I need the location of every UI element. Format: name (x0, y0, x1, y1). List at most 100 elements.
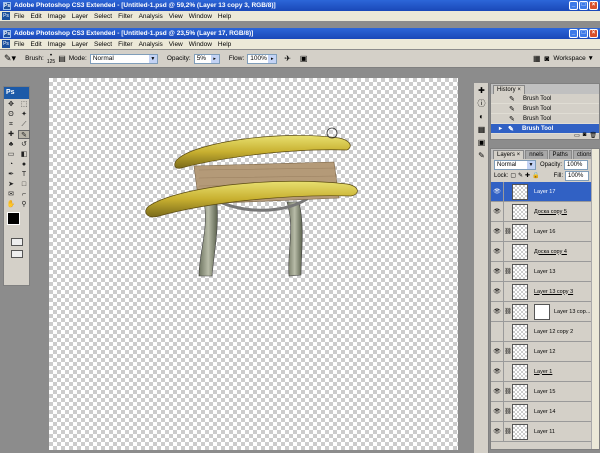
menu-file[interactable]: File (14, 13, 24, 20)
eye-icon[interactable]: 👁 (491, 421, 504, 442)
menu-image[interactable]: Image (48, 13, 66, 20)
layer-opacity-input[interactable]: 100% (564, 159, 589, 170)
eye-icon[interactable]: 👁 (491, 181, 504, 202)
eye-icon[interactable]: 👁 (491, 201, 504, 222)
shape-tool-icon[interactable]: □ (18, 180, 30, 189)
layer-row[interactable]: 👁 ⛓ Layer 11 (491, 421, 599, 442)
doc-close-button[interactable]: × (589, 29, 598, 38)
document-canvas[interactable] (49, 78, 458, 450)
screen-mode-button[interactable] (4, 248, 29, 260)
fill-input[interactable]: 100% (565, 170, 589, 181)
workspace-button[interactable]: Workspace ▼ (553, 55, 594, 62)
menu-window[interactable]: Window (189, 13, 212, 20)
info-panel-icon[interactable]: ⓘ (476, 99, 487, 109)
doc-menu-window[interactable]: Window (189, 41, 212, 48)
brush-palette-icon[interactable]: ▤ (58, 54, 66, 63)
new-document-icon[interactable]: ▭ (574, 132, 580, 139)
hand-tool-icon[interactable]: ✋ (5, 200, 17, 209)
clone-stamp-tool-icon[interactable]: ♣ (5, 140, 17, 149)
doc-maximize-button[interactable]: □ (579, 29, 588, 38)
eye-icon[interactable]: 👁 (491, 381, 504, 402)
brush-picker[interactable]: • 125 (47, 52, 55, 65)
eye-icon[interactable]: 👁 (491, 341, 504, 362)
history-brush-tool-icon[interactable]: ↺ (18, 140, 30, 149)
magic-wand-tool-icon[interactable]: ✦ (18, 110, 30, 119)
blur-tool-icon[interactable]: ◔ (5, 160, 17, 169)
minimize-button[interactable]: _ (569, 1, 578, 10)
eye-icon-hidden[interactable] (491, 321, 504, 342)
doc-menu-image[interactable]: Image (48, 41, 66, 48)
foreground-color-swatch[interactable] (7, 212, 20, 225)
airbrush-icon[interactable]: ✈ (284, 54, 291, 63)
layer-row[interactable]: 👁 Layer 17 (491, 181, 599, 202)
menu-view[interactable]: View (169, 13, 183, 20)
layer-row[interactable]: 👁 ⛓ Layer 13 cop... (491, 301, 599, 322)
layer-row[interactable]: 👁 ⛓ Layer 13 (491, 261, 599, 282)
eye-icon[interactable]: 👁 (491, 241, 504, 262)
lasso-tool-icon[interactable]: ʘ (5, 110, 17, 119)
layer-row[interactable]: 👁 Доска copy 4 (491, 241, 599, 262)
navigator-panel-icon[interactable]: ✚ (476, 86, 487, 96)
path-selection-tool-icon[interactable]: ➤ (5, 180, 17, 189)
menu-filter[interactable]: Filter (118, 13, 132, 20)
menu-layer[interactable]: Layer (72, 13, 88, 20)
doc-minimize-button[interactable]: _ (569, 29, 578, 38)
lock-all-icon[interactable]: 🔒 (532, 172, 539, 179)
eraser-tool-icon[interactable]: ▭ (5, 150, 17, 159)
eye-icon[interactable]: 👁 (491, 221, 504, 242)
swatches-panel-icon[interactable]: ▦ (476, 125, 487, 135)
brushes-panel-icon[interactable]: ✎ (476, 151, 487, 161)
crop-tool-icon[interactable]: ⌗ (5, 120, 17, 129)
layer-row[interactable]: 👁 Доска copy 5 (491, 201, 599, 222)
flow-input[interactable]: 100% ▸ (247, 53, 278, 64)
brush-tool-preset-icon[interactable]: ✎▾ (4, 53, 16, 64)
blend-mode-select[interactable]: Normal ▼ (494, 159, 536, 170)
doc-menu-layer[interactable]: Layer (72, 41, 88, 48)
doc-menu-help[interactable]: Help (218, 41, 231, 48)
layers-scrollbar[interactable] (591, 149, 599, 449)
layer-row[interactable]: 👁 Layer 13 copy 3 (491, 281, 599, 302)
doc-menu-view[interactable]: View (169, 41, 183, 48)
eye-icon[interactable]: 👁 (491, 401, 504, 422)
lock-transparent-icon[interactable]: ▢ (510, 172, 516, 179)
doc-menu-filter[interactable]: Filter (118, 41, 132, 48)
palette-well-icon[interactable]: ▦ (533, 54, 541, 63)
pen-tool-icon[interactable]: ✒ (5, 170, 17, 179)
lock-image-icon[interactable]: ✎ (518, 172, 523, 179)
layer-row[interactable]: 👁 ⛓ Layer 15 (491, 381, 599, 402)
doc-menu-file[interactable]: File (14, 41, 24, 48)
opacity-input[interactable]: 5% ▸ (193, 53, 220, 64)
move-tool-icon[interactable]: ✥ (5, 100, 17, 109)
eye-icon[interactable]: 👁 (491, 301, 504, 322)
history-state[interactable]: ✎ Brush Tool (491, 94, 599, 104)
quick-mask-button[interactable] (4, 236, 29, 248)
layer-row[interactable]: Layer 12 copy 2 (491, 321, 599, 342)
workspace-camera-icon[interactable]: ◙ (545, 54, 550, 63)
eyedropper-tool-icon[interactable]: ⌐ (18, 190, 30, 199)
camera-icon[interactable]: ◙ (583, 132, 587, 139)
close-button[interactable]: × (589, 1, 598, 10)
tab-layers[interactable]: Layers × (493, 150, 525, 159)
type-tool-icon[interactable]: T (18, 170, 30, 179)
doc-menu-select[interactable]: Select (94, 41, 112, 48)
layer-row[interactable]: 👁 ⛓ Layer 16 (491, 221, 599, 242)
menu-help[interactable]: Help (218, 13, 231, 20)
healing-brush-tool-icon[interactable]: ✚ (5, 130, 17, 139)
maximize-button[interactable]: □ (579, 1, 588, 10)
menu-edit[interactable]: Edit (30, 13, 41, 20)
lock-position-icon[interactable]: ✚ (525, 172, 530, 179)
zoom-tool-icon[interactable]: ⚲ (18, 200, 30, 209)
dodge-tool-icon[interactable]: ● (18, 160, 30, 169)
styles-panel-icon[interactable]: ▣ (476, 138, 487, 148)
slice-tool-icon[interactable]: ⟋ (18, 120, 30, 129)
eye-icon[interactable]: 👁 (491, 261, 504, 282)
doc-menu-analysis[interactable]: Analysis (139, 41, 163, 48)
doc-menu-edit[interactable]: Edit (30, 41, 41, 48)
color-panel-icon[interactable]: ◐ (476, 112, 487, 122)
tablet-pressure-icon[interactable]: ▣ (300, 54, 308, 63)
menu-select[interactable]: Select (94, 13, 112, 20)
marquee-tool-icon[interactable]: ⬚ (18, 100, 30, 109)
gradient-tool-icon[interactable]: ◧ (18, 150, 30, 159)
menu-analysis[interactable]: Analysis (139, 13, 163, 20)
tab-channels[interactable]: nnels (525, 150, 548, 159)
